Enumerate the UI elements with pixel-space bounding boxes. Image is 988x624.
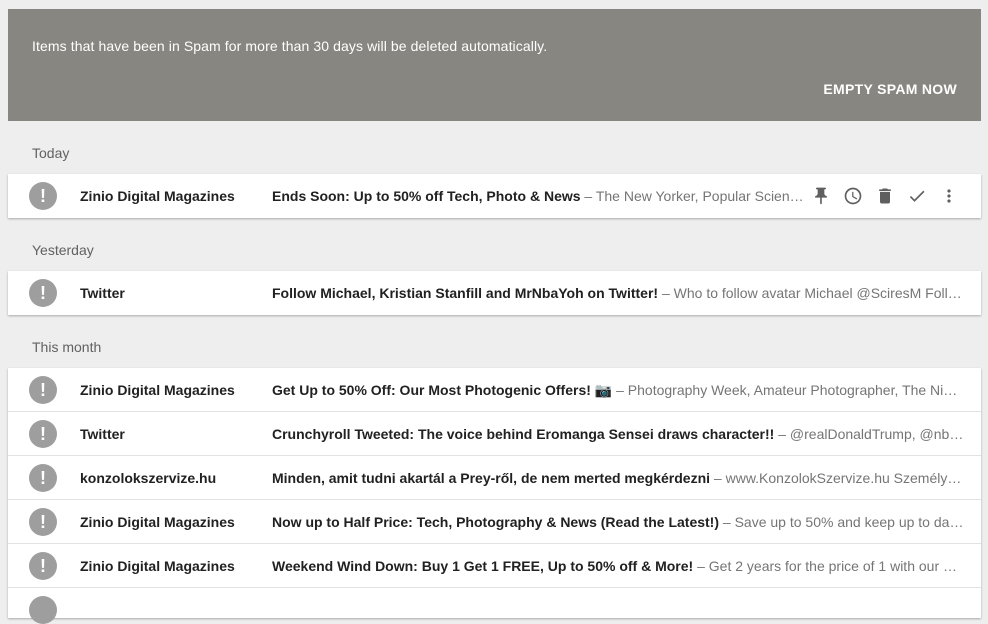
email-snippet: Get 2 years for the price of 1 with our … bbox=[708, 558, 964, 574]
separator: – bbox=[658, 285, 674, 301]
snooze-clock-icon[interactable] bbox=[843, 186, 863, 206]
sender-name: Twitter bbox=[80, 426, 125, 442]
email-snippet: Photography Week, Amateur Photographer, … bbox=[627, 382, 964, 398]
email-row[interactable]: ! Zinio Digital Magazines Now up to Half… bbox=[8, 500, 981, 544]
checkmark-icon[interactable] bbox=[907, 186, 927, 206]
email-snippet: The New Yorker, Popular Science, I... bbox=[595, 188, 804, 204]
row-actions bbox=[811, 174, 959, 218]
email-row[interactable]: ! Zinio Digital Magazines Weekend Wind D… bbox=[8, 544, 981, 588]
email-row[interactable]: ! Twitter Crunchyroll Tweeted: The voice… bbox=[8, 412, 981, 456]
email-row[interactable]: ! Twitter Follow Michael, Kristian Stanf… bbox=[8, 271, 981, 315]
separator: – bbox=[580, 188, 596, 204]
email-subject: Get Up to 50% Off: Our Most Photogenic O… bbox=[272, 382, 613, 398]
spam-warning-icon bbox=[29, 596, 57, 624]
section-label-yesterday: Yesterday bbox=[32, 242, 94, 258]
sender-name: konzolokszervize.hu bbox=[80, 470, 217, 486]
spam-notice-banner: Items that have been in Spam for more th… bbox=[8, 9, 981, 121]
pin-icon[interactable] bbox=[811, 186, 831, 206]
email-subject: Follow Michael, Kristian Stanfill and Mr… bbox=[272, 285, 659, 301]
separator: – bbox=[719, 514, 735, 530]
spam-notice-text: Items that have been in Spam for more th… bbox=[32, 38, 548, 54]
email-snippet: Who to follow avatar Michael @SciresM Fo… bbox=[673, 285, 964, 301]
sender-name: Zinio Digital Magazines bbox=[80, 558, 235, 574]
email-subject: Now up to Half Price: Tech, Photography … bbox=[272, 514, 720, 530]
email-row-partial[interactable] bbox=[8, 588, 981, 624]
email-subject: Weekend Wind Down: Buy 1 Get 1 FREE, Up … bbox=[272, 558, 694, 574]
email-content: Ends Soon: Up to 50% off Tech, Photo & N… bbox=[272, 174, 804, 218]
trash-icon[interactable] bbox=[875, 186, 895, 206]
email-subject: Crunchyroll Tweeted: The voice behind Er… bbox=[272, 426, 775, 442]
section-label-today: Today bbox=[32, 145, 70, 161]
spam-warning-icon: ! bbox=[29, 279, 57, 307]
spam-warning-icon: ! bbox=[29, 552, 57, 580]
email-content: Now up to Half Price: Tech, Photography … bbox=[272, 500, 964, 544]
separator: – bbox=[774, 426, 790, 442]
empty-spam-button[interactable]: EMPTY SPAM NOW bbox=[823, 81, 957, 97]
separator: – bbox=[612, 382, 628, 398]
email-content: Get Up to 50% Off: Our Most Photogenic O… bbox=[272, 368, 964, 412]
email-row[interactable]: ! Zinio Digital Magazines Get Up to 50% … bbox=[8, 368, 981, 412]
sender-name: Zinio Digital Magazines bbox=[80, 382, 235, 398]
spam-warning-icon: ! bbox=[29, 464, 57, 492]
email-subject: Minden, amit tudni akartál a Prey-ről, d… bbox=[272, 470, 711, 486]
email-snippet: Save up to 50% and keep up to date on th… bbox=[734, 514, 964, 530]
email-content: Crunchyroll Tweeted: The voice behind Er… bbox=[272, 412, 964, 456]
email-content: Weekend Wind Down: Buy 1 Get 1 FREE, Up … bbox=[272, 544, 964, 588]
spam-warning-icon: ! bbox=[29, 508, 57, 536]
sender-name: Twitter bbox=[80, 285, 125, 301]
email-row[interactable]: ! Zinio Digital Magazines Ends Soon: Up … bbox=[8, 174, 981, 218]
email-list-yesterday: ! Twitter Follow Michael, Kristian Stanf… bbox=[8, 271, 981, 315]
spam-warning-icon: ! bbox=[29, 376, 57, 404]
sender-name: Zinio Digital Magazines bbox=[80, 514, 235, 530]
email-list-today: ! Zinio Digital Magazines Ends Soon: Up … bbox=[8, 174, 981, 218]
email-snippet: www.KonzolokSzervize.hu Személyes átv... bbox=[725, 470, 964, 486]
section-label-this-month: This month bbox=[32, 339, 102, 355]
more-vert-icon[interactable] bbox=[939, 186, 959, 206]
separator: – bbox=[710, 470, 726, 486]
sender-name: Zinio Digital Magazines bbox=[80, 188, 235, 204]
email-content: Minden, amit tudni akartál a Prey-ről, d… bbox=[272, 456, 964, 500]
separator: – bbox=[693, 558, 709, 574]
spam-warning-icon: ! bbox=[29, 420, 57, 448]
email-subject: Ends Soon: Up to 50% off Tech, Photo & N… bbox=[272, 188, 581, 204]
email-snippet: @realDonaldTrump, @nba_playg... bbox=[789, 426, 964, 442]
email-row[interactable]: ! konzolokszervize.hu Minden, amit tudni… bbox=[8, 456, 981, 500]
email-content: Follow Michael, Kristian Stanfill and Mr… bbox=[272, 271, 964, 315]
spam-warning-icon: ! bbox=[29, 182, 57, 210]
email-list-this-month: ! Zinio Digital Magazines Get Up to 50% … bbox=[8, 368, 981, 624]
